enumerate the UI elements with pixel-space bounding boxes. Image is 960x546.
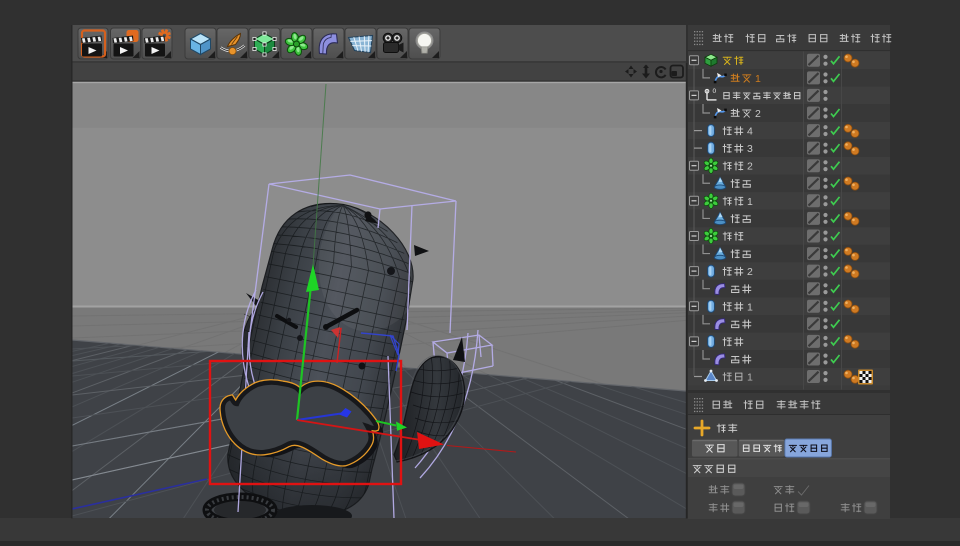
svg-text:1: 1 [747, 372, 753, 384]
svg-text:2: 2 [747, 161, 753, 173]
svg-text:2: 2 [747, 266, 753, 278]
svg-text:1: 1 [755, 73, 761, 85]
svg-text:4: 4 [747, 126, 753, 138]
svg-text:1: 1 [747, 301, 753, 313]
svg-text:2: 2 [755, 108, 761, 120]
svg-text:3: 3 [747, 143, 753, 155]
svg-text:1: 1 [747, 196, 753, 208]
svg-text:0: 0 [713, 88, 717, 95]
